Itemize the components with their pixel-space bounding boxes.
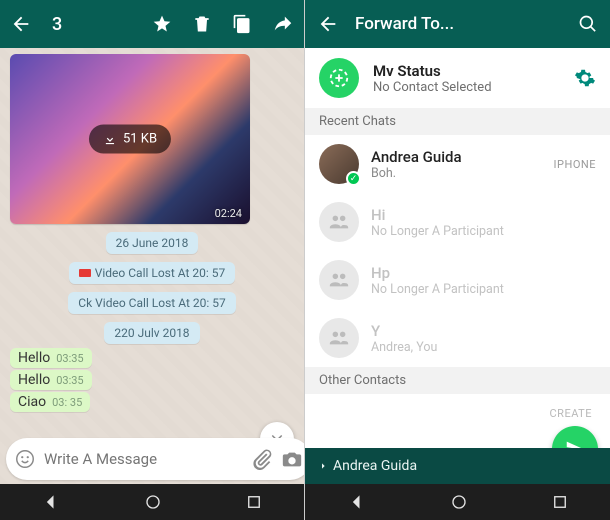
contact-row[interactable]: HiNo Longer A Participant — [305, 193, 610, 251]
back-arrow-icon[interactable] — [317, 13, 339, 35]
avatar: ✓ — [319, 144, 359, 184]
message-out[interactable]: Ciao03: 35 — [10, 392, 90, 412]
nav-home-icon[interactable] — [144, 493, 162, 511]
group-icon — [319, 202, 359, 242]
section-recent-chats: Recent Chats — [305, 108, 610, 135]
composer — [0, 434, 304, 484]
section-other-contacts: Other Contacts — [305, 367, 610, 394]
selection-header: 3 — [0, 0, 304, 48]
group-icon — [319, 260, 359, 300]
delete-icon[interactable] — [192, 14, 212, 34]
attach-icon[interactable] — [251, 448, 273, 470]
selected-count: 3 — [52, 14, 62, 35]
selected-recipients-bar: Andrea Guida — [305, 448, 610, 484]
my-status-row[interactable]: Mv Status No Contact Selected — [305, 48, 610, 108]
contact-name: Hp — [371, 264, 596, 282]
composer-box — [6, 438, 304, 480]
camera-icon[interactable] — [281, 448, 303, 470]
android-navbar — [0, 484, 304, 520]
gear-icon[interactable] — [574, 67, 596, 89]
nav-recent-icon[interactable] — [245, 493, 263, 511]
create-hint: CREATE — [550, 407, 593, 420]
date-divider: 220 Julv 2018 — [104, 322, 199, 344]
system-message: Ck Video Call Lost At 20: 57 — [68, 292, 235, 314]
contact-row[interactable]: YAndrea, You — [305, 309, 610, 367]
contact-tag: IPHONE — [554, 158, 596, 171]
contact-sub: No Longer A Participant — [371, 282, 596, 297]
contact-name: Y — [371, 322, 596, 340]
contact-name: Andrea Guida — [371, 148, 542, 166]
group-icon — [319, 318, 359, 358]
download-size: 51 KB — [123, 132, 157, 147]
chevron-right-icon — [319, 461, 327, 471]
status-title: Mv Status — [373, 62, 492, 80]
selected-check-icon: ✓ — [346, 171, 361, 186]
android-navbar — [305, 484, 610, 520]
nav-home-icon[interactable] — [450, 493, 468, 511]
search-icon[interactable] — [578, 14, 598, 34]
contact-name: Hi — [371, 206, 596, 224]
video-icon — [79, 269, 91, 277]
forward-title: Forward To... — [355, 14, 562, 34]
selected-recipient-name: Andrea Guida — [333, 458, 417, 474]
message-out[interactable]: Hello03:35 — [10, 370, 92, 390]
media-timestamp: 02:24 — [215, 207, 242, 220]
chat-body: 51 KB 02:24 26 June 2018 Video Call Lost… — [0, 48, 304, 520]
forward-pane: Forward To... Mv Status No Contact Selec… — [305, 0, 610, 520]
nav-back-icon[interactable] — [41, 492, 61, 512]
star-icon[interactable] — [152, 14, 172, 34]
forward-header: Forward To... — [305, 0, 610, 48]
copy-icon[interactable] — [232, 14, 252, 34]
chat-pane: 3 51 KB 02:24 26 June 2018 Video Call Lo… — [0, 0, 305, 520]
emoji-icon[interactable] — [14, 448, 36, 470]
status-subtitle: No Contact Selected — [373, 80, 492, 95]
status-plus-icon — [319, 58, 359, 98]
contact-sub: Boh. — [371, 166, 542, 181]
nav-recent-icon[interactable] — [551, 493, 569, 511]
download-pill[interactable]: 51 KB — [89, 125, 171, 154]
forward-icon[interactable] — [272, 13, 294, 35]
contact-row[interactable]: ✓ Andrea GuidaBoh. IPHONE — [305, 135, 610, 193]
message-input[interactable] — [44, 450, 243, 468]
contact-sub: Andrea, You — [371, 340, 596, 355]
image-message[interactable]: 51 KB 02:24 — [10, 54, 250, 224]
contact-sub: No Longer A Participant — [371, 224, 596, 239]
system-message: Video Call Lost At 20: 57 — [69, 262, 236, 284]
nav-back-icon[interactable] — [347, 492, 367, 512]
back-arrow-icon[interactable] — [10, 13, 32, 35]
date-divider: 26 June 2018 — [106, 232, 199, 254]
contact-row[interactable]: HpNo Longer A Participant — [305, 251, 610, 309]
message-out[interactable]: Hello03:35 — [10, 348, 92, 368]
